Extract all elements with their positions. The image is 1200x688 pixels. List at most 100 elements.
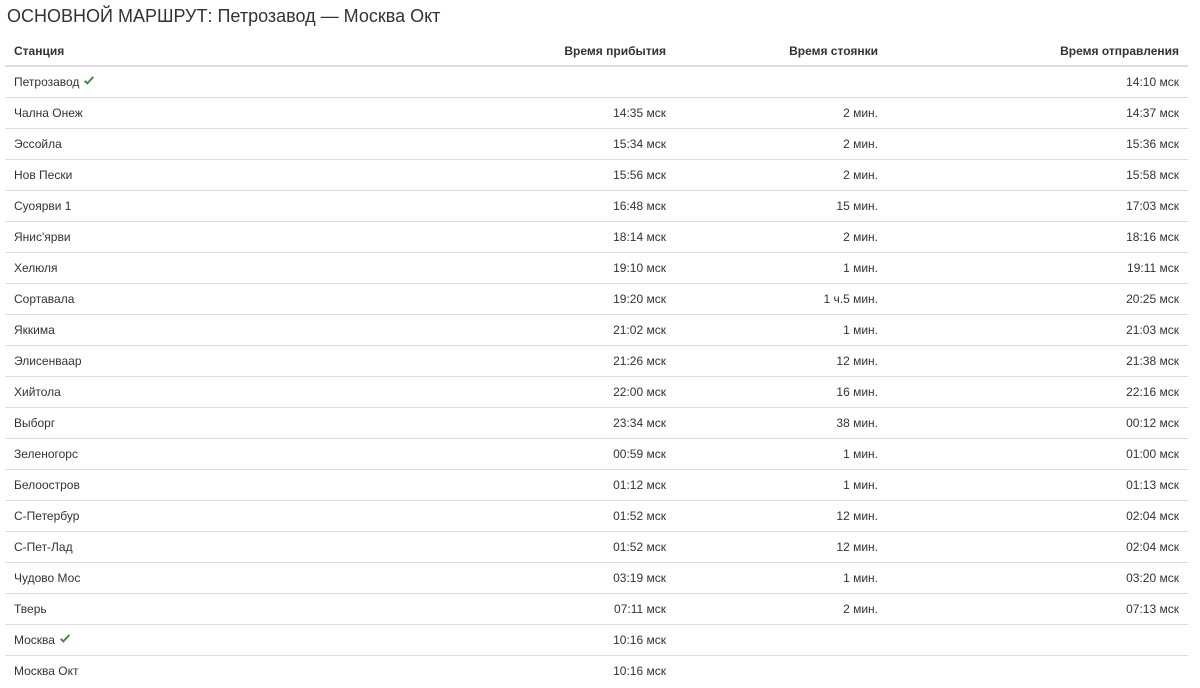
departure-cell: 02:04 мск <box>887 500 1188 532</box>
stop-cell: 2 мин. <box>675 128 887 160</box>
departure-cell: 03:20 мск <box>887 562 1188 594</box>
table-row[interactable]: С-Пет-Лад 01:52 мск 12 мин. 02:04 мск <box>5 531 1188 563</box>
station-cell: Яккима <box>5 314 475 346</box>
table-row[interactable]: Эссойла 15:34 мск 2 мин. 15:36 мск <box>5 128 1188 160</box>
table-row[interactable]: Белоостров 01:12 мск 1 мин. 01:13 мск <box>5 469 1188 501</box>
header-row: Станция Время прибытия Время стоянки Вре… <box>5 36 1188 67</box>
station-cell: Выборг <box>5 407 475 439</box>
departure-cell: 18:16 мск <box>887 221 1188 253</box>
table-row[interactable]: Нов Пески 15:56 мск 2 мин. 15:58 мск <box>5 159 1188 191</box>
arrival-cell: 15:34 мск <box>475 128 675 160</box>
station-name[interactable]: С-Пет-Лад <box>14 540 73 554</box>
stop-cell: 1 ч.5 мин. <box>675 283 887 315</box>
station-cell: Эссойла <box>5 128 475 160</box>
table-row[interactable]: Суоярви 1 16:48 мск 15 мин. 17:03 мск <box>5 190 1188 222</box>
departure-cell: 15:58 мск <box>887 159 1188 191</box>
station-name[interactable]: Москва <box>14 633 55 647</box>
departure-cell: 17:03 мск <box>887 190 1188 222</box>
check-icon <box>84 76 95 85</box>
stop-cell: 2 мин. <box>675 221 887 253</box>
station-name[interactable]: Чудово Мос <box>14 571 80 585</box>
stop-cell: 1 мин. <box>675 469 887 501</box>
arrival-cell: 01:12 мск <box>475 469 675 501</box>
station-cell: Янис'ярви <box>5 221 475 253</box>
table-body: Петрозавод 14:10 мск Чална Онеж 14:35 мск 2 … <box>5 66 1188 686</box>
table-row[interactable]: Чудово Мос 03:19 мск 1 мин. 03:20 мск <box>5 562 1188 594</box>
stop-cell: 2 мин. <box>675 593 887 625</box>
departure-cell: 14:37 мск <box>887 97 1188 129</box>
station-cell: Хийтола <box>5 376 475 408</box>
column-header-station[interactable]: Станция <box>5 36 475 67</box>
table-row[interactable]: Тверь 07:11 мск 2 мин. 07:13 мск <box>5 593 1188 625</box>
table-row[interactable]: Хелюля 19:10 мск 1 мин. 19:11 мск <box>5 252 1188 284</box>
table-header: Станция Время прибытия Время стоянки Вре… <box>5 36 1188 67</box>
departure-cell: 19:11 мск <box>887 252 1188 284</box>
table-row[interactable]: Сортавала 19:20 мск 1 ч.5 мин. 20:25 мск <box>5 283 1188 315</box>
stop-cell: 1 мин. <box>675 562 887 594</box>
column-header-stop[interactable]: Время стоянки <box>675 36 887 67</box>
station-name[interactable]: Нов Пески <box>14 168 72 182</box>
station-cell: Зеленогорс <box>5 438 475 470</box>
arrival-cell <box>475 66 675 98</box>
station-cell: Тверь <box>5 593 475 625</box>
stop-cell: 1 мин. <box>675 314 887 346</box>
table-row[interactable]: Москва 10:16 мск <box>5 624 1188 656</box>
table-row[interactable]: Чална Онеж 14:35 мск 2 мин. 14:37 мск <box>5 97 1188 129</box>
arrival-cell: 21:02 мск <box>475 314 675 346</box>
stop-cell: 2 мин. <box>675 97 887 129</box>
station-name[interactable]: Суоярви 1 <box>14 199 71 213</box>
arrival-cell: 15:56 мск <box>475 159 675 191</box>
station-name[interactable]: Эссойла <box>14 137 62 151</box>
station-name[interactable]: Москва Окт <box>14 664 79 678</box>
schedule-table: Станция Время прибытия Время стоянки Вре… <box>5 36 1188 686</box>
station-name[interactable]: Петрозавод <box>14 75 79 89</box>
station-name[interactable]: Яккима <box>14 323 55 337</box>
departure-cell: 01:13 мск <box>887 469 1188 501</box>
station-name[interactable]: Элисенваар <box>14 354 82 368</box>
table-row[interactable]: Элисенваар 21:26 мск 12 мин. 21:38 мск <box>5 345 1188 377</box>
stop-cell: 15 мин. <box>675 190 887 222</box>
table-row[interactable]: Яккима 21:02 мск 1 мин. 21:03 мск <box>5 314 1188 346</box>
station-cell: С-Петербур <box>5 500 475 532</box>
departure-cell: 20:25 мск <box>887 283 1188 315</box>
departure-cell: 21:38 мск <box>887 345 1188 377</box>
station-name[interactable]: Сортавала <box>14 292 74 306</box>
column-header-departure[interactable]: Время отправления <box>887 36 1188 67</box>
departure-cell: 02:04 мск <box>887 531 1188 563</box>
station-cell: Чудово Мос <box>5 562 475 594</box>
stop-cell <box>675 66 887 98</box>
station-cell: Москва <box>5 624 475 656</box>
departure-cell: 22:16 мск <box>887 376 1188 408</box>
arrival-cell: 07:11 мск <box>475 593 675 625</box>
table-row[interactable]: Москва Окт 10:16 мск <box>5 655 1188 686</box>
station-name[interactable]: Хийтола <box>14 385 61 399</box>
departure-cell: 01:00 мск <box>887 438 1188 470</box>
station-name[interactable]: Тверь <box>14 602 47 616</box>
station-name[interactable]: С-Петербур <box>14 509 79 523</box>
station-cell: Хелюля <box>5 252 475 284</box>
station-cell: С-Пет-Лад <box>5 531 475 563</box>
table-row[interactable]: Выборг 23:34 мск 38 мин. 00:12 мск <box>5 407 1188 439</box>
table-row[interactable]: Зеленогорс 00:59 мск 1 мин. 01:00 мск <box>5 438 1188 470</box>
stop-cell: 38 мин. <box>675 407 887 439</box>
station-name[interactable]: Чална Онеж <box>14 106 83 120</box>
station-cell: Элисенваар <box>5 345 475 377</box>
arrival-cell: 22:00 мск <box>475 376 675 408</box>
station-cell: Москва Окт <box>5 655 475 686</box>
stop-cell <box>675 655 887 686</box>
stop-cell <box>675 624 887 656</box>
column-header-arrival[interactable]: Время прибытия <box>475 36 675 67</box>
table-row[interactable]: Петрозавод 14:10 мск <box>5 66 1188 98</box>
station-name[interactable]: Зеленогорс <box>14 447 78 461</box>
stop-cell: 1 мин. <box>675 252 887 284</box>
table-row[interactable]: Хийтола 22:00 мск 16 мин. 22:16 мск <box>5 376 1188 408</box>
station-name[interactable]: Янис'ярви <box>14 230 71 244</box>
station-name[interactable]: Хелюля <box>14 261 58 275</box>
table-row[interactable]: Янис'ярви 18:14 мск 2 мин. 18:16 мск <box>5 221 1188 253</box>
station-name[interactable]: Выборг <box>14 416 55 430</box>
station-name[interactable]: Белоостров <box>14 478 80 492</box>
stop-cell: 2 мин. <box>675 159 887 191</box>
arrival-cell: 01:52 мск <box>475 500 675 532</box>
route-page: ОСНОВНОЙ МАРШРУТ: Петрозавод — Москва Ок… <box>0 0 1200 688</box>
table-row[interactable]: С-Петербур 01:52 мск 12 мин. 02:04 мск <box>5 500 1188 532</box>
